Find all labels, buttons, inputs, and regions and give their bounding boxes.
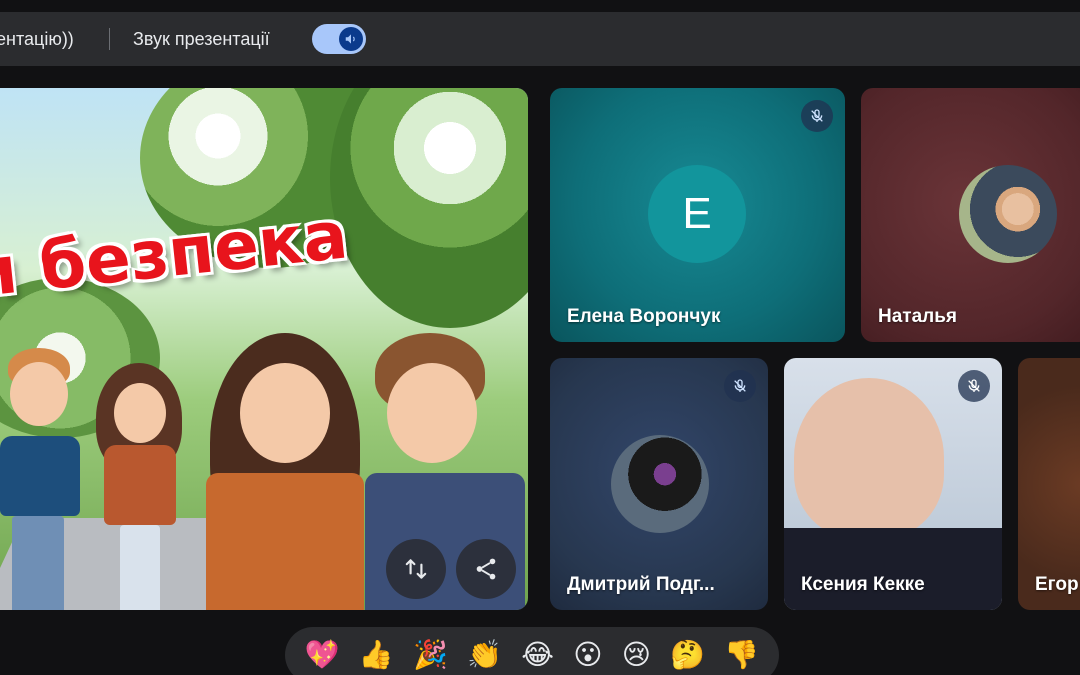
reaction-party-button[interactable]: 🎉	[413, 641, 448, 669]
presentation-status-text: ентацію))	[0, 28, 74, 49]
participant-name: Ксения Кекке	[801, 574, 925, 595]
blossom-tree	[330, 88, 528, 328]
participant-tile[interactable]: Дмитрий Подг...	[550, 358, 768, 610]
speaker-icon	[339, 27, 363, 51]
share-button[interactable]	[456, 539, 516, 599]
reaction-thumbs-down-button[interactable]: 👎	[724, 641, 759, 669]
reaction-sad-button[interactable]: 😢	[622, 641, 651, 669]
reaction-heart-button[interactable]: 💖	[305, 641, 340, 669]
avatar	[611, 435, 709, 533]
presentation-bar: ентацію)) Звук презентації	[0, 12, 1080, 66]
participant-name: Дмитрий Подг...	[567, 574, 715, 595]
reaction-thumbs-up-button[interactable]: 👍	[359, 641, 394, 669]
presentation-sound-label: Звук презентації	[133, 28, 270, 49]
reaction-surprised-button[interactable]: 😮	[573, 641, 602, 669]
swap-layout-button[interactable]	[386, 539, 446, 599]
character-boy-small	[0, 348, 90, 610]
mic-off-icon	[724, 370, 756, 402]
character-girl-small	[90, 363, 190, 610]
participant-tile[interactable]: Егор	[1018, 358, 1080, 610]
presentation-slide: и безпека	[0, 88, 528, 610]
reaction-clap-button[interactable]: 👏	[467, 641, 502, 669]
participant-tile[interactable]: Ксения Кекке	[784, 358, 1002, 610]
avatar: Е	[648, 165, 746, 263]
participant-tile[interactable]: Наталья	[861, 88, 1080, 342]
presentation-sound-toggle[interactable]	[312, 24, 366, 54]
participant-name: Елена Ворончук	[567, 306, 721, 327]
participant-video	[784, 528, 1002, 610]
swap-vertical-icon	[405, 559, 427, 579]
mic-off-icon	[801, 100, 833, 132]
reaction-thinking-button[interactable]: 🤔	[670, 641, 705, 669]
slide-title: и безпека	[0, 196, 352, 313]
share-icon	[476, 558, 496, 580]
mic-off-icon	[958, 370, 990, 402]
participant-name: Наталья	[878, 306, 957, 327]
reactions-bar: 💖 👍 🎉 👏 😂 😮 😢 🤔 👎	[285, 627, 779, 675]
reaction-laugh-button[interactable]: 😂	[521, 641, 554, 669]
participant-name: Егор	[1035, 574, 1079, 595]
participant-video	[794, 378, 944, 538]
divider	[109, 28, 110, 50]
avatar	[959, 165, 1057, 263]
participant-tile[interactable]: Е Елена Ворончук	[550, 88, 845, 342]
character-girl-large	[200, 333, 370, 610]
